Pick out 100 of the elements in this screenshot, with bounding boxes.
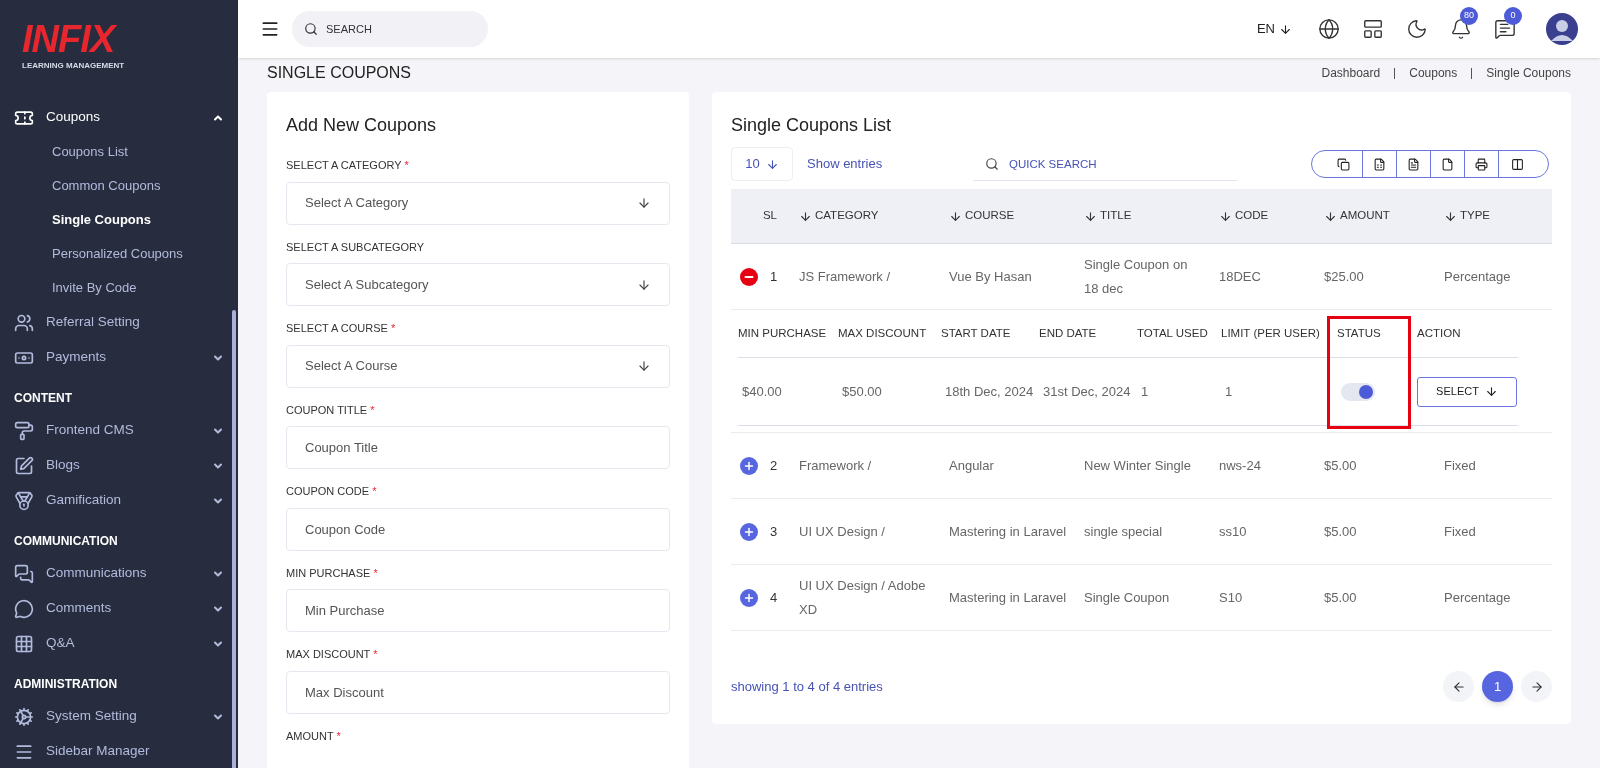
- table-cell-text: 4: [770, 588, 778, 607]
- table-cell: JS Framework /: [799, 268, 890, 284]
- search-field[interactable]: SEARCH: [292, 11, 488, 47]
- field-label: COUPON TITLE *: [286, 402, 376, 418]
- table-cell: S10: [1219, 589, 1243, 605]
- table-cell: New Winter Single: [1084, 457, 1191, 473]
- quick-search-field[interactable]: QUICK SEARCH: [973, 147, 1237, 181]
- table-cell: nws-24: [1219, 457, 1261, 473]
- input-field[interactable]: Min Purchase: [286, 589, 670, 632]
- select-field[interactable]: Select A Course: [286, 344, 670, 388]
- table-cell: Single Coupon: [1084, 589, 1170, 605]
- page-size-select[interactable]: 10: [731, 147, 793, 181]
- language-selector[interactable]: EN: [1256, 19, 1292, 39]
- detail-label: MAX DISCOUNT: [838, 326, 927, 339]
- expand-button[interactable]: [740, 588, 758, 607]
- column-header[interactable]: COURSE: [949, 207, 1084, 225]
- breadcrumb-link[interactable]: Coupons: [1409, 64, 1458, 82]
- select-button[interactable]: SELECT: [1417, 376, 1517, 407]
- sort-arrow-icon: [1084, 209, 1097, 223]
- breadcrumb-link[interactable]: Dashboard: [1321, 64, 1381, 82]
- chat-bubble-icon: [14, 598, 34, 619]
- arrow-down-icon: [765, 157, 779, 171]
- layout-icon[interactable]: [1362, 18, 1384, 40]
- detail-value: 1: [1141, 383, 1149, 399]
- field-label: SELECT A SUBCATEGORY: [286, 239, 426, 255]
- field-label: COUPON CODE *: [286, 484, 378, 499]
- sidebar-subitem[interactable]: Single Coupons: [0, 203, 238, 237]
- sidebar-item[interactable]: Payments: [0, 340, 238, 375]
- column-header[interactable]: AMOUNT: [1324, 207, 1444, 225]
- table-cell-text: 1: [770, 267, 778, 286]
- next-page-button[interactable]: [1521, 671, 1552, 702]
- expand-button[interactable]: [740, 456, 758, 475]
- search-icon: [985, 157, 999, 171]
- table-cell: Percentage: [1444, 589, 1511, 605]
- sort-arrow-icon: [1324, 209, 1337, 223]
- sidebar-subitem[interactable]: Personalized Coupons: [0, 237, 238, 271]
- column-header[interactable]: CATEGORY: [799, 207, 949, 225]
- grid-icon: [14, 633, 34, 654]
- expand-button[interactable]: [740, 522, 758, 541]
- column-header[interactable]: TITLE: [1084, 207, 1219, 225]
- input-field[interactable]: Coupon Code: [286, 507, 670, 551]
- detail-label: END DATE: [1039, 326, 1097, 339]
- detail-label: STATUS: [1337, 326, 1381, 339]
- detail-value: $50.00: [842, 383, 882, 399]
- plus-icon: [743, 591, 755, 604]
- table-cell-text: 3: [770, 522, 778, 541]
- collapse-button[interactable]: [740, 267, 758, 286]
- paint-roller-icon: [14, 420, 34, 441]
- section-heading: ADMINISTRATION: [13, 676, 119, 693]
- sidebar-item[interactable]: Coupons: [0, 100, 238, 135]
- sort-arrow-icon: [1444, 209, 1457, 223]
- arrow-down-icon: [1279, 22, 1292, 36]
- globe-icon[interactable]: [1318, 18, 1340, 40]
- sidebar-item[interactable]: Gamification: [0, 483, 238, 518]
- breadcrumb-link[interactable]: Single Coupons: [1486, 64, 1571, 82]
- detail-value: 18th Dec, 2024: [945, 383, 1034, 399]
- entries-summary: showing 1 to 4 of 4 entries: [731, 677, 884, 696]
- sidebar-item[interactable]: Sidebar Manager: [0, 734, 238, 768]
- sidebar-item[interactable]: Communications: [0, 556, 238, 591]
- moon-icon[interactable]: [1406, 18, 1428, 40]
- menu-icon[interactable]: [260, 19, 280, 39]
- status-toggle[interactable]: [1341, 382, 1375, 401]
- detail-value: 1: [1225, 383, 1233, 399]
- sidebar-item[interactable]: Referral Setting: [0, 305, 238, 340]
- message-icon[interactable]: [1494, 18, 1516, 40]
- sidebar-item[interactable]: Blogs: [0, 448, 238, 483]
- pencil-square-icon: [14, 455, 34, 476]
- sidebar-item[interactable]: Comments: [0, 591, 238, 626]
- input-field[interactable]: Coupon Title: [286, 426, 670, 469]
- avatar[interactable]: [1546, 13, 1578, 45]
- notification-badge: 80: [1460, 7, 1478, 25]
- detail-label: ACTION: [1417, 326, 1461, 339]
- card-title: Single Coupons List: [731, 114, 893, 137]
- sidebar-subitem[interactable]: Common Coupons: [0, 169, 238, 203]
- column-header[interactable]: SL: [731, 207, 799, 225]
- detail-label: LIMIT (PER USER): [1221, 326, 1320, 339]
- medal-icon: [14, 490, 34, 511]
- previous-page-button[interactable]: [1443, 671, 1474, 702]
- sidebar-item[interactable]: Frontend CMS: [0, 413, 238, 448]
- show-entries-label: Show entries: [807, 155, 884, 174]
- logo: INFIX: [22, 20, 115, 58]
- input-field[interactable]: Max Discount: [286, 670, 670, 714]
- sidebar-subitem[interactable]: Invite By Code: [0, 271, 238, 305]
- select-field[interactable]: Select A Category: [286, 181, 670, 225]
- select-field[interactable]: Select A Subcategory: [286, 263, 670, 306]
- chat-bubbles-icon: [14, 563, 34, 584]
- column-header[interactable]: TYPE: [1444, 207, 1552, 225]
- table-cell: Angular: [949, 457, 994, 473]
- table-cell: UI UX Design / Adobe XD: [799, 577, 926, 617]
- field-label: MAX DISCOUNT *: [286, 647, 379, 662]
- table-cell: Mastering in Laravel: [949, 523, 1067, 539]
- sidebar-item[interactable]: Q&A: [0, 626, 238, 661]
- bell-icon[interactable]: [1450, 18, 1472, 40]
- column-header[interactable]: CODE: [1219, 207, 1324, 225]
- sidebar-item[interactable]: System Setting: [0, 699, 238, 734]
- sidebar-subitem[interactable]: Coupons List: [0, 135, 238, 169]
- table-cell: 18DEC: [1219, 268, 1261, 284]
- table-cell: $5.00: [1324, 589, 1357, 605]
- page-button[interactable]: 1: [1482, 671, 1513, 702]
- table-cell: $5.00: [1324, 523, 1357, 539]
